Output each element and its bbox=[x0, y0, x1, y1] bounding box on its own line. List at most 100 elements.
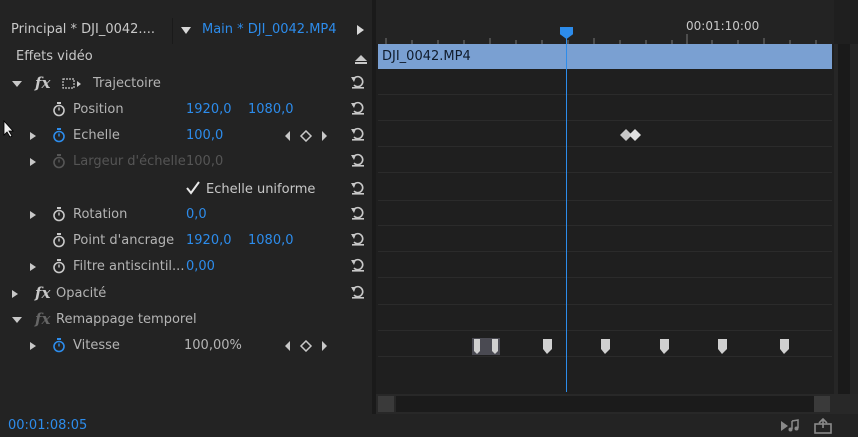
horizontal-scrollbar[interactable] bbox=[376, 394, 858, 414]
track-row bbox=[378, 147, 832, 173]
param-label: Rotation bbox=[73, 207, 128, 222]
scroll-left-handle[interactable] bbox=[378, 396, 394, 412]
effect-label: Trajectoire bbox=[93, 76, 161, 91]
effect-label: Remappage temporel bbox=[56, 312, 197, 327]
uniforme-label[interactable]: Echelle uniforme bbox=[206, 182, 315, 197]
keyframe-diamond-icon[interactable] bbox=[620, 128, 642, 142]
mouse-cursor-icon bbox=[3, 120, 14, 138]
section-title: Effets vidéo bbox=[16, 49, 93, 64]
clip-bar[interactable]: DJI_0042.MP4 bbox=[378, 44, 832, 69]
tab-main[interactable]: Main * DJI_0042.MP4 bbox=[202, 22, 337, 37]
stopwatch-icon bbox=[53, 154, 65, 169]
track-row bbox=[378, 95, 832, 121]
param-row-rotation: Rotation 0,0 bbox=[0, 202, 372, 228]
speed-keyframes[interactable] bbox=[378, 331, 832, 357]
scrollbar-track[interactable] bbox=[838, 44, 850, 394]
param-label: Echelle bbox=[73, 128, 120, 143]
effect-row-trajectoire[interactable]: fx Trajectoire bbox=[0, 71, 372, 97]
chevron-right-icon[interactable] bbox=[357, 25, 364, 35]
effect-label: Opacité bbox=[56, 286, 107, 301]
effect-controls-panel: Principal * DJI_0042.... Main * DJI_0042… bbox=[0, 0, 372, 414]
antiscint-value[interactable]: 0,00 bbox=[186, 259, 215, 274]
stopwatch-icon[interactable] bbox=[52, 259, 66, 274]
disclosure-closed-icon[interactable] bbox=[30, 132, 36, 140]
param-label: Position bbox=[73, 102, 124, 117]
play-audio-icon[interactable] bbox=[780, 418, 800, 434]
track-row bbox=[378, 69, 832, 95]
reset-icon[interactable] bbox=[350, 74, 366, 90]
effect-row-opacite[interactable]: fx Opacité bbox=[0, 281, 372, 307]
transform-icon[interactable] bbox=[62, 78, 84, 90]
reset-icon[interactable] bbox=[350, 284, 366, 300]
position-x-value[interactable]: 1920,0 bbox=[186, 102, 232, 117]
scroll-right-handle[interactable] bbox=[814, 396, 830, 412]
track-row bbox=[378, 252, 832, 278]
track-row bbox=[378, 175, 832, 201]
disclosure-closed-icon[interactable] bbox=[30, 158, 36, 166]
param-row-vitesse: Vitesse 100,00% bbox=[0, 333, 372, 359]
ruler-ticks bbox=[385, 34, 817, 44]
param-row-largeur: Largeur d'échelle 100,0 bbox=[0, 149, 372, 175]
param-label: Vitesse bbox=[73, 338, 120, 353]
disclosure-open-icon[interactable] bbox=[12, 81, 22, 87]
param-label: Point d'ancrage bbox=[73, 233, 175, 248]
track-row bbox=[378, 279, 832, 305]
disclosure-open-icon[interactable] bbox=[12, 317, 22, 323]
disclosure-closed-icon[interactable] bbox=[30, 342, 36, 350]
stopwatch-icon[interactable] bbox=[52, 102, 66, 117]
current-timecode[interactable]: 00:01:08:05 bbox=[8, 418, 87, 433]
ancrage-y-value[interactable]: 1080,0 bbox=[248, 233, 294, 248]
stopwatch-icon[interactable] bbox=[52, 207, 66, 222]
param-label: Filtre antiscintil... bbox=[73, 259, 185, 274]
stopwatch-icon[interactable] bbox=[52, 338, 66, 353]
status-bar: 00:01:08:05 bbox=[0, 414, 858, 437]
vitesse-value[interactable]: 100,00% bbox=[184, 338, 242, 353]
param-row-ancrage: Point d'ancrage 1920,0 1080,0 bbox=[0, 228, 372, 254]
param-label: Largeur d'échelle bbox=[73, 154, 186, 169]
reset-icon[interactable] bbox=[350, 180, 366, 196]
track-row bbox=[378, 121, 832, 147]
disclosure-closed-icon[interactable] bbox=[30, 263, 36, 271]
reset-icon[interactable] bbox=[350, 126, 366, 142]
param-row-echelle: Echelle 100,0 bbox=[0, 123, 372, 149]
ancrage-x-value[interactable]: 1920,0 bbox=[186, 233, 232, 248]
collapse-up-icon[interactable] bbox=[355, 55, 367, 61]
keyframe-nav-icon[interactable] bbox=[284, 130, 328, 142]
effect-row-remappage[interactable]: fx Remappage temporel bbox=[0, 307, 372, 333]
track-row bbox=[378, 305, 832, 331]
track-row-vitesse bbox=[378, 331, 832, 357]
stopwatch-icon[interactable] bbox=[52, 128, 66, 143]
panel-tab-bar: Principal * DJI_0042.... Main * DJI_0042… bbox=[0, 18, 376, 44]
clip-name: DJI_0042.MP4 bbox=[382, 49, 471, 64]
time-ruler[interactable]: 00:01:10:00 bbox=[376, 0, 834, 44]
fx-icon[interactable]: fx bbox=[35, 284, 50, 302]
reset-icon[interactable] bbox=[350, 205, 366, 221]
chevron-down-icon[interactable] bbox=[181, 27, 191, 34]
disclosure-closed-icon[interactable] bbox=[30, 211, 36, 219]
stopwatch-icon[interactable] bbox=[52, 233, 66, 248]
rotation-value[interactable]: 0,0 bbox=[186, 207, 207, 222]
largeur-value: 100,0 bbox=[186, 154, 224, 169]
reset-icon[interactable] bbox=[350, 257, 366, 273]
export-icon[interactable] bbox=[813, 418, 833, 434]
checkbox-icon[interactable] bbox=[186, 181, 200, 195]
ruler-timecode: 00:01:10:00 bbox=[686, 19, 760, 33]
playhead-line[interactable] bbox=[566, 38, 567, 392]
param-row-position: Position 1920,0 1080,0 bbox=[0, 97, 372, 123]
fx-icon[interactable]: fx bbox=[35, 310, 50, 328]
fx-icon[interactable]: fx bbox=[35, 74, 50, 92]
scrollbar-thumb[interactable] bbox=[396, 396, 814, 412]
vertical-scrollbar[interactable] bbox=[834, 44, 858, 394]
timeline-panel: 00:01:10:00 DJI_0042.MP4 bbox=[376, 0, 858, 414]
reset-icon[interactable] bbox=[350, 231, 366, 247]
reset-icon[interactable] bbox=[350, 100, 366, 116]
position-y-value[interactable]: 1080,0 bbox=[248, 102, 294, 117]
tab-separator bbox=[172, 18, 173, 44]
tab-principal[interactable]: Principal * DJI_0042.... bbox=[11, 22, 155, 37]
param-row-antiscint: Filtre antiscintil... 0,00 bbox=[0, 254, 372, 280]
reset-icon[interactable] bbox=[350, 152, 366, 168]
param-row-uniforme: Echelle uniforme bbox=[0, 177, 372, 203]
keyframe-nav-icon[interactable] bbox=[284, 340, 328, 352]
echelle-value[interactable]: 100,0 bbox=[186, 128, 223, 143]
disclosure-closed-icon[interactable] bbox=[12, 290, 18, 298]
